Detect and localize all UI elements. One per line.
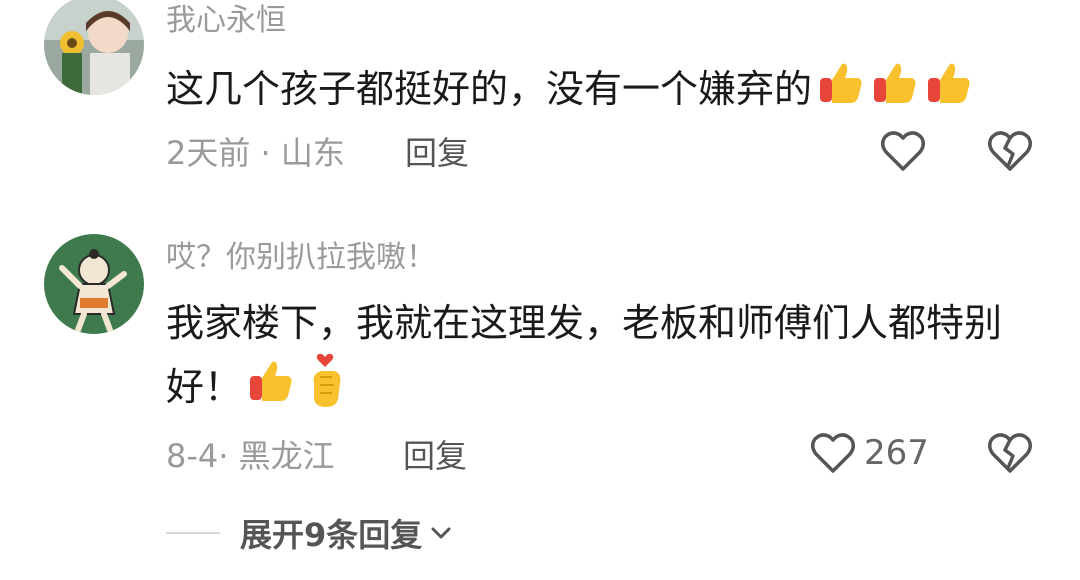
broken-heart-icon xyxy=(988,433,1032,473)
thumbs-up-icon xyxy=(870,58,920,125)
comment-location: 山东 xyxy=(280,134,345,172)
thumbs-up-icon xyxy=(246,356,296,423)
expand-replies-button[interactable]: 展开9条回复 xyxy=(166,510,454,556)
heart-icon xyxy=(811,433,855,473)
comment-time: 2天前 xyxy=(166,134,251,172)
comment-body: 这几个孩子都挺好的，没有一个嫌弃的 xyxy=(166,67,813,111)
meta-separator: · xyxy=(250,134,281,172)
expand-replies-label: 展开9条回复 xyxy=(240,516,423,554)
like-count: 267 xyxy=(864,433,929,473)
chevron-down-icon xyxy=(431,527,451,539)
comment-meta: 2天前 · 山东 xyxy=(166,133,345,173)
broken-heart-icon xyxy=(988,131,1032,171)
divider-line xyxy=(166,532,220,534)
heart-icon xyxy=(881,131,925,171)
comment-text: 我家楼下，我就在这理发，老板和师傅们人都特别好！ xyxy=(166,293,1036,426)
thumbs-up-icon xyxy=(816,58,866,125)
avatar-image xyxy=(44,0,144,95)
comment-time: 8-4 xyxy=(166,437,219,475)
avatar-image xyxy=(44,234,144,334)
comment-username[interactable]: 哎？你别扒拉我嗷！ xyxy=(166,240,436,276)
thumbs-up-icon xyxy=(924,58,974,125)
dislike-button[interactable] xyxy=(987,432,1033,478)
comment-location: 黑龙江 xyxy=(238,437,335,475)
like-button[interactable] xyxy=(880,130,934,172)
dislike-button[interactable] xyxy=(987,130,1033,176)
reply-button[interactable]: 回复 xyxy=(405,133,469,173)
comment-meta: 8-4· 黑龙江 xyxy=(166,436,335,476)
meta-separator: · xyxy=(218,437,239,475)
like-button[interactable]: 267 xyxy=(810,432,929,474)
reply-button[interactable]: 回复 xyxy=(403,436,467,476)
finger-heart-icon xyxy=(300,353,350,426)
comment-text: 这几个孩子都挺好的，没有一个嫌弃的 xyxy=(166,58,1036,125)
avatar[interactable] xyxy=(44,0,144,95)
comment-username[interactable]: 我心永恒 xyxy=(166,3,286,39)
avatar[interactable] xyxy=(44,234,144,334)
